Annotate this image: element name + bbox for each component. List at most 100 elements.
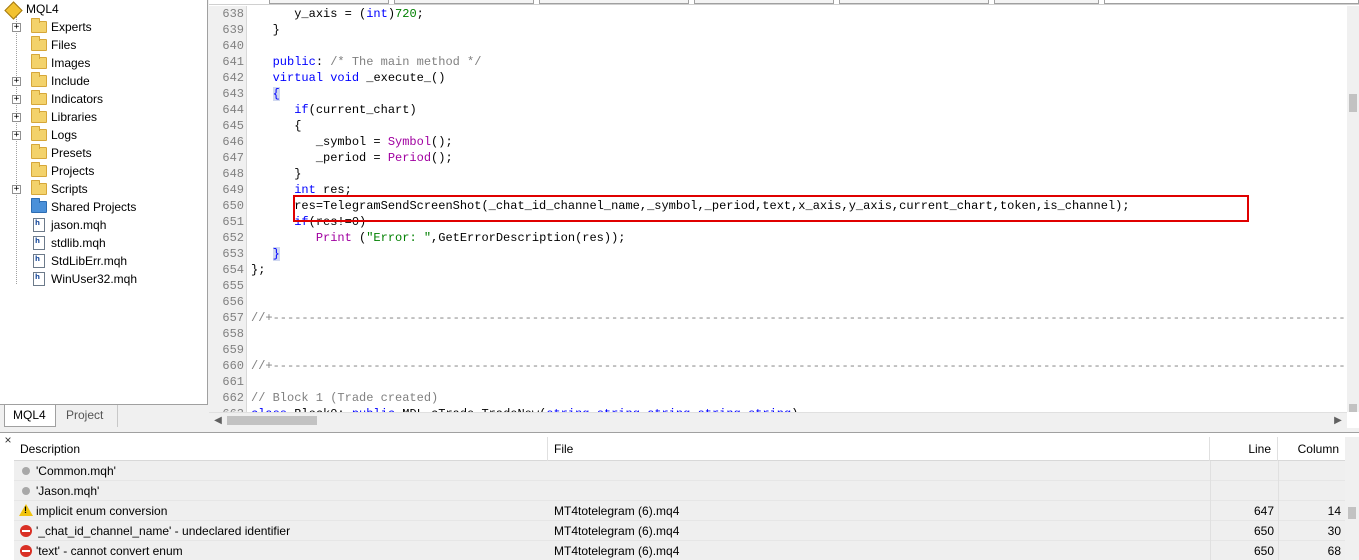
tree-item-label: stdlib.mqh bbox=[51, 236, 106, 250]
tree-item-label: Projects bbox=[51, 164, 95, 178]
code-line[interactable]: int res; bbox=[251, 182, 352, 198]
line-number: 649 bbox=[222, 183, 244, 197]
code-line[interactable]: } bbox=[251, 22, 280, 38]
code-line[interactable]: { bbox=[251, 118, 301, 134]
line-number: 641 bbox=[222, 55, 244, 69]
editor-horizontal-scrollbar[interactable]: ◀ ▶ bbox=[209, 412, 1347, 428]
col-header-file[interactable]: File bbox=[548, 437, 1210, 461]
col-header-line[interactable]: Line bbox=[1210, 437, 1278, 461]
code-line[interactable]: if(current_chart) bbox=[251, 102, 417, 118]
code-line[interactable]: { bbox=[251, 86, 280, 102]
error-row[interactable]: '_chat_id_channel_name' - undeclared ide… bbox=[14, 521, 1345, 541]
close-icon[interactable]: × bbox=[2, 433, 14, 447]
tab-mql4[interactable]: MQL4 bbox=[4, 405, 56, 427]
tab-project[interactable]: Project bbox=[58, 405, 118, 427]
error-file-cell: MT4totelegram (6).mq4 bbox=[554, 524, 680, 538]
tree-item[interactable]: Projects bbox=[0, 162, 206, 180]
col-header-description[interactable]: Description bbox=[14, 437, 548, 461]
info-dot-icon bbox=[22, 487, 30, 495]
code-line[interactable]: //+-------------------------------------… bbox=[251, 358, 1346, 374]
code-line[interactable]: if(res!=0) bbox=[251, 214, 366, 230]
code-token: (current_chart) bbox=[308, 103, 417, 117]
tree-item[interactable]: + Include bbox=[0, 72, 206, 90]
code-line[interactable]: public: /* The main method */ bbox=[251, 54, 482, 70]
error-line-cell: 647 bbox=[1210, 501, 1278, 521]
error-description-cell: 'text' - cannot convert enum bbox=[36, 544, 183, 558]
tree-item[interactable]: + Logs bbox=[0, 126, 206, 144]
tree-item-label: jason.mqh bbox=[51, 218, 107, 232]
expand-plus-icon[interactable]: + bbox=[12, 76, 21, 86]
tree-item[interactable]: Shared Projects bbox=[0, 198, 206, 216]
toolbox-vertical-scrollbar[interactable] bbox=[1345, 437, 1359, 560]
error-file-cell: MT4totelegram (6).mq4 bbox=[554, 504, 680, 518]
code-line[interactable]: }; bbox=[251, 262, 265, 278]
editor-hscroll-thumb[interactable] bbox=[227, 416, 317, 425]
code-line[interactable]: } bbox=[251, 246, 280, 262]
line-number: 656 bbox=[222, 295, 244, 309]
error-row[interactable]: implicit enum conversion MT4totelegram (6… bbox=[14, 501, 1345, 521]
tree-item[interactable]: Presets bbox=[0, 144, 206, 162]
tree-item[interactable]: Files bbox=[0, 36, 206, 54]
toolbox-errors-panel: × Description File Line Column 'Common.m… bbox=[0, 432, 1359, 560]
toolbox-vscroll-thumb[interactable] bbox=[1348, 507, 1356, 519]
line-number: 642 bbox=[222, 71, 244, 85]
code-line[interactable]: // Block 1 (Trade created) bbox=[251, 390, 438, 406]
tree-item[interactable]: Images bbox=[0, 54, 206, 72]
tree-item[interactable]: jason.mqh bbox=[0, 216, 206, 234]
col-header-column[interactable]: Column bbox=[1278, 437, 1345, 461]
error-row[interactable]: 'Common.mqh' bbox=[14, 461, 1345, 481]
tree-item[interactable]: + Scripts bbox=[0, 180, 206, 198]
code-area[interactable]: y_axis = (int)720; } public: /* The main… bbox=[251, 6, 1346, 412]
expand-plus-icon[interactable]: + bbox=[12, 130, 21, 140]
navigator-panel: MQL4 + Experts Files Images + Include + Indicat… bbox=[0, 0, 208, 428]
editor-tab-strip bbox=[209, 0, 1359, 5]
error-file-cell: MT4totelegram (6).mq4 bbox=[554, 544, 680, 558]
line-number: 653 bbox=[222, 247, 244, 261]
code-line[interactable]: } bbox=[251, 166, 301, 182]
expand-plus-icon[interactable]: + bbox=[12, 184, 21, 194]
tree-item[interactable]: stdlib.mqh bbox=[0, 234, 206, 252]
editor-vertical-scrollbar[interactable] bbox=[1347, 6, 1359, 412]
folder-icon bbox=[31, 90, 47, 105]
scroll-left-icon[interactable]: ◀ bbox=[211, 414, 225, 428]
folder-icon bbox=[31, 72, 47, 87]
tree-item[interactable]: + Experts bbox=[0, 18, 206, 36]
code-line[interactable]: res=TelegramSendScreenShot(_chat_id_chan… bbox=[251, 198, 1129, 214]
tree-item[interactable]: StdLibErr.mqh bbox=[0, 252, 206, 270]
expand-plus-icon[interactable]: + bbox=[12, 22, 21, 32]
line-number: 659 bbox=[222, 343, 244, 357]
error-line-cell bbox=[1210, 461, 1278, 481]
code-line[interactable]: _symbol = Symbol(); bbox=[251, 134, 453, 150]
code-editor[interactable]: 638 639 640 641 642 643 644 645 646 647 648 649 650 6… bbox=[209, 0, 1359, 428]
error-row[interactable]: 'Jason.mqh' bbox=[14, 481, 1345, 501]
line-number: 639 bbox=[222, 23, 244, 37]
tree-root-mql4[interactable]: MQL4 bbox=[6, 0, 212, 18]
editor-vscroll-thumb[interactable] bbox=[1349, 94, 1357, 112]
expand-plus-icon[interactable]: + bbox=[12, 94, 21, 104]
code-token: // Block 1 (Trade created) bbox=[251, 391, 439, 405]
tree-item[interactable]: + Libraries bbox=[0, 108, 206, 126]
error-column-cell bbox=[1278, 481, 1345, 501]
line-number: 655 bbox=[222, 279, 244, 293]
tree-item-label: Indicators bbox=[51, 92, 104, 106]
line-number: 652 bbox=[222, 231, 244, 245]
code-line[interactable]: Print ("Error: ",GetErrorDescription(res… bbox=[251, 230, 626, 246]
code-line[interactable]: //+-------------------------------------… bbox=[251, 310, 1346, 326]
error-description-cell: 'Jason.mqh' bbox=[36, 484, 100, 498]
code-token: "Error: " bbox=[366, 231, 432, 245]
tree-item[interactable]: + Indicators bbox=[0, 90, 206, 108]
code-line[interactable]: virtual void _execute_() bbox=[251, 70, 446, 86]
expand-plus-icon[interactable]: + bbox=[12, 112, 21, 122]
code-line[interactable]: y_axis = (int)720; bbox=[251, 6, 424, 22]
code-line[interactable]: _period = Period(); bbox=[251, 150, 453, 166]
code-token: /* The main method */ bbox=[330, 55, 482, 69]
error-description-cell: '_chat_id_channel_name' - undeclared ide… bbox=[36, 524, 291, 538]
navigator-tree: MQL4 + Experts Files Images + Include + Indicat… bbox=[0, 0, 208, 404]
scroll-right-icon[interactable]: ▶ bbox=[1331, 414, 1345, 428]
tree-item[interactable]: WinUser32.mqh bbox=[0, 270, 206, 288]
code-token: virtual bbox=[272, 71, 324, 85]
error-row[interactable]: 'text' - cannot convert enum MT4totelegra… bbox=[14, 541, 1345, 560]
